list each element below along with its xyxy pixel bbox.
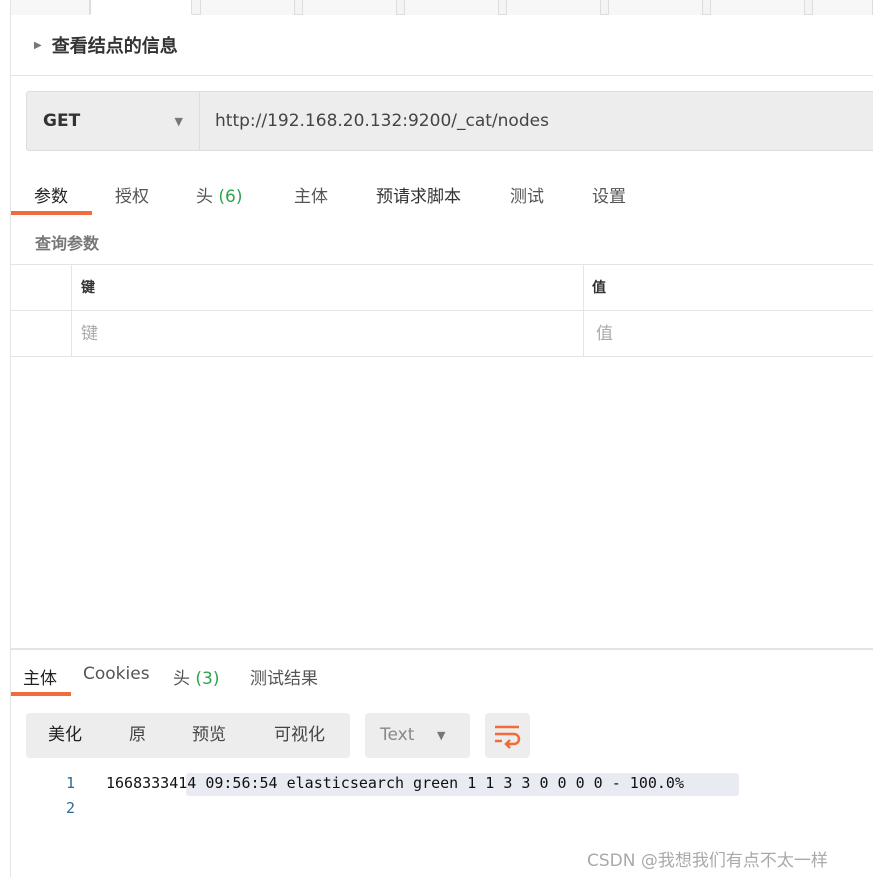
key-header: 键: [81, 280, 95, 296]
request-title[interactable]: ▶ 查看结点的信息: [34, 32, 178, 58]
tab-pre-request-script[interactable]: 预请求脚本: [376, 182, 461, 207]
tab-label: 头: [196, 187, 213, 207]
format-select[interactable]: Text ▼: [365, 713, 470, 758]
wrap-lines-button[interactable]: [485, 713, 530, 758]
request-tab[interactable]: [608, 0, 703, 15]
value-header: 值: [592, 280, 606, 296]
method-select[interactable]: GET ▼: [27, 92, 200, 150]
table-row: 键 值: [11, 311, 873, 357]
tab-body[interactable]: 主体: [294, 182, 328, 207]
url-input[interactable]: http://192.168.20.132:9200/_cat/nodes: [215, 92, 549, 150]
request-tab[interactable]: [200, 0, 295, 15]
request-name: 查看结点的信息: [51, 36, 178, 57]
request-tab[interactable]: [506, 0, 601, 15]
tab-response-headers[interactable]: 头 (3): [173, 664, 220, 689]
request-tab[interactable]: [710, 0, 805, 15]
header-count: (6): [218, 187, 243, 207]
chevron-down-icon: ▼: [174, 114, 183, 128]
raw-button[interactable]: 原: [129, 713, 146, 758]
value-input[interactable]: 值: [596, 311, 613, 357]
response-line: 1668333414 09:56:54 elasticsearch green …: [106, 774, 684, 792]
watermark: CSDN @我想我们有点不太一样: [587, 851, 828, 871]
sidebar-edge: [0, 0, 11, 877]
tab-headers[interactable]: 头 (6): [196, 182, 243, 207]
line-number: 2: [65, 799, 75, 817]
query-params-title: 查询参数: [35, 234, 100, 253]
preview-button[interactable]: 预览: [192, 713, 226, 758]
params-table: 键 值 键 值: [11, 264, 873, 357]
table-header-row: 键 值: [11, 265, 873, 311]
view-mode-group: 美化 原 预览 可视化: [26, 713, 350, 758]
request-tab[interactable]: [0, 0, 90, 15]
tab-tests[interactable]: 测试: [510, 182, 544, 207]
header-count: (3): [195, 669, 220, 689]
chevron-down-icon: ▼: [437, 729, 446, 742]
request-tab[interactable]: [812, 0, 873, 15]
column-divider: [71, 265, 72, 357]
wrap-lines-icon: [495, 725, 521, 749]
pretty-button[interactable]: 美化: [48, 713, 82, 758]
tab-auth[interactable]: 授权: [115, 182, 149, 207]
tab-params[interactable]: 参数: [34, 182, 68, 207]
request-tab[interactable]: [302, 0, 397, 15]
expand-triangle-icon[interactable]: ▶: [34, 40, 42, 51]
key-input[interactable]: 键: [81, 311, 98, 357]
request-tab[interactable]: [404, 0, 499, 15]
response-divider[interactable]: [11, 648, 873, 650]
format-value: Text: [380, 725, 415, 745]
column-divider: [583, 265, 584, 357]
tab-cookies[interactable]: Cookies: [83, 664, 150, 684]
tab-test-results[interactable]: 测试结果: [250, 664, 318, 689]
divider: [11, 75, 873, 76]
visualize-button[interactable]: 可视化: [274, 713, 325, 758]
active-tab-indicator: [11, 211, 92, 215]
tab-response-body[interactable]: 主体: [23, 664, 57, 689]
active-tab-indicator: [11, 692, 71, 696]
request-tab-strip: [0, 0, 873, 15]
method-value: GET: [43, 111, 81, 131]
request-tab-active[interactable]: [90, 0, 192, 15]
tab-settings[interactable]: 设置: [592, 182, 626, 207]
tab-label: 头: [173, 669, 190, 689]
url-bar: GET ▼ http://192.168.20.132:9200/_cat/no…: [26, 91, 873, 151]
line-number: 1: [65, 774, 75, 792]
